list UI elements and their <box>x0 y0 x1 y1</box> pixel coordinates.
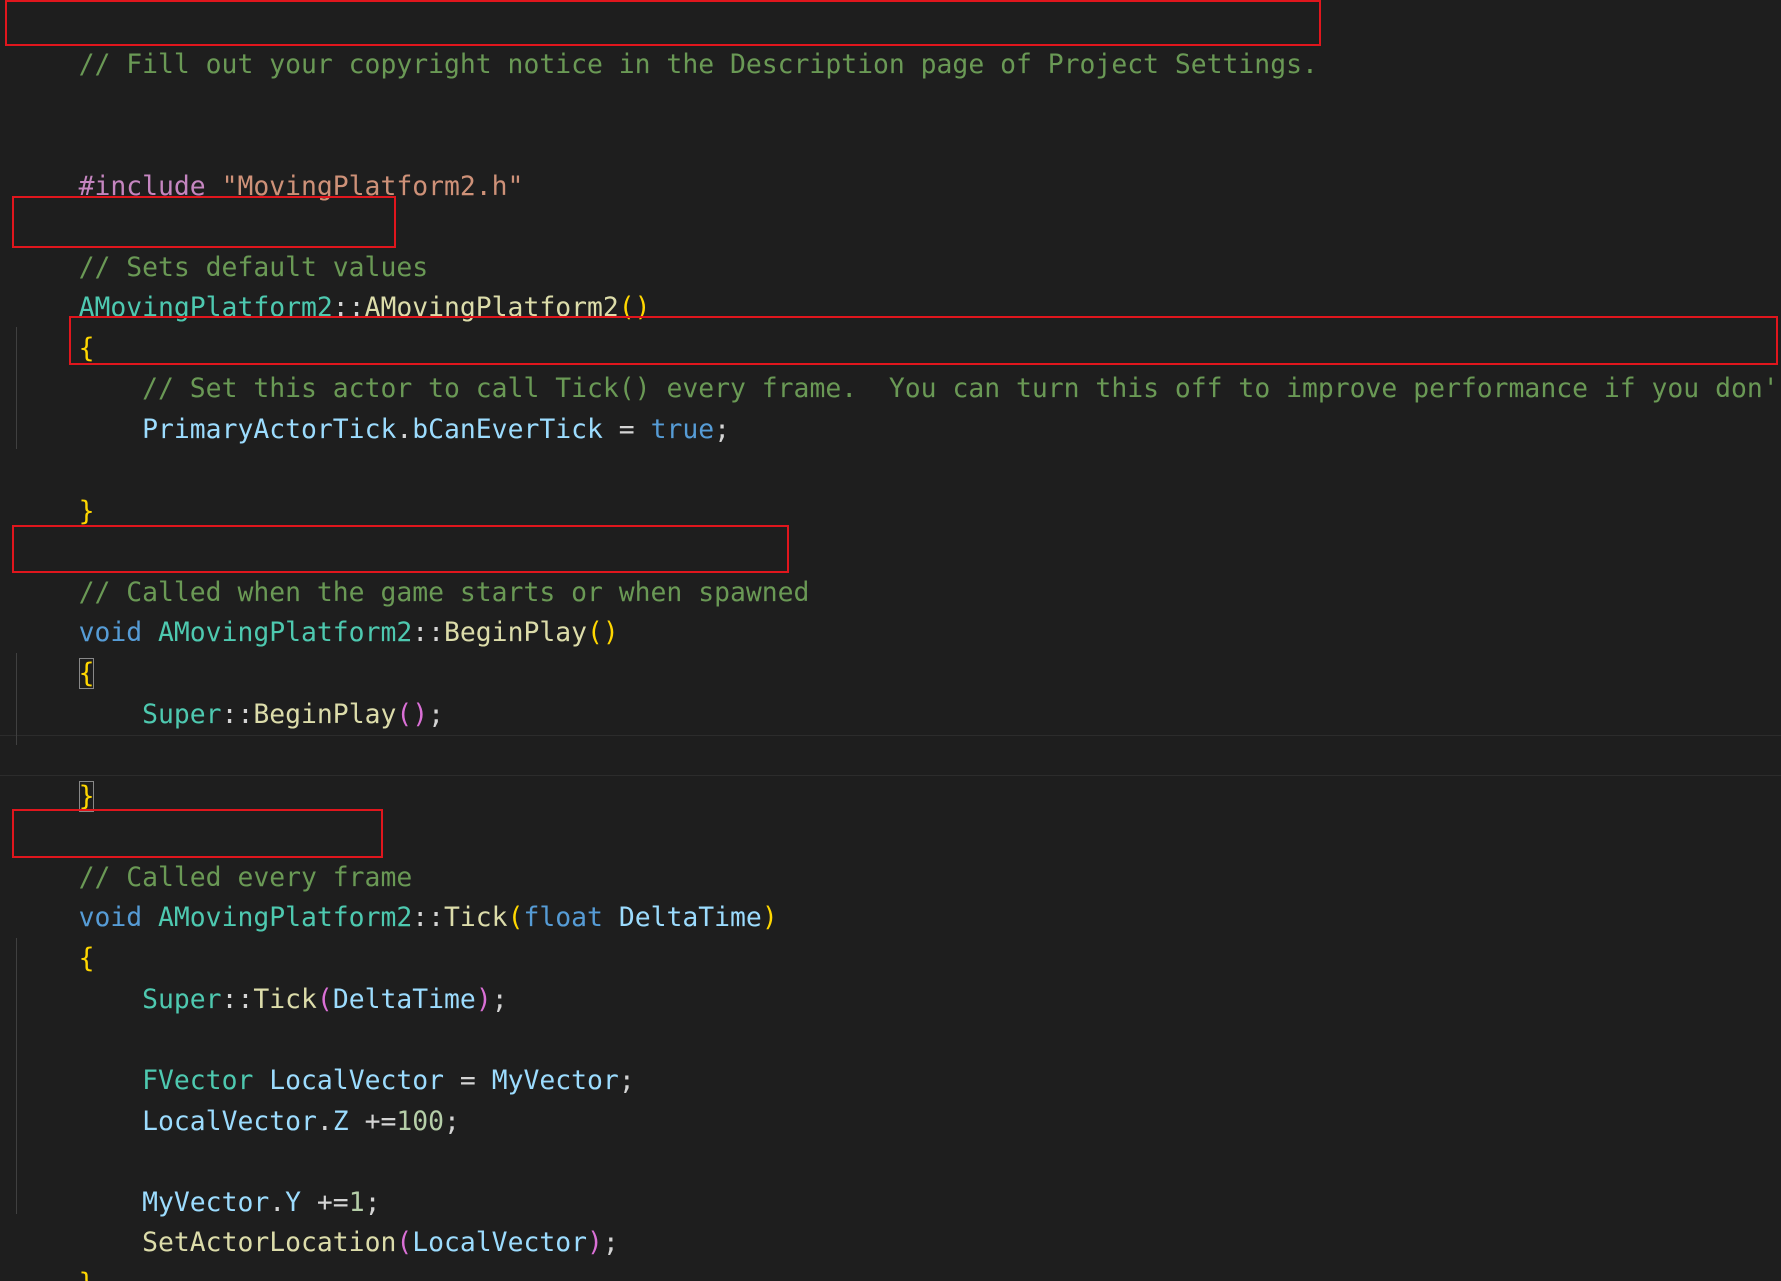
code-line-24[interactable]: Super::Tick(DeltaTime); <box>15 938 507 1015</box>
super-type: Super <box>142 984 222 1015</box>
code-line-16[interactable]: { <box>15 612 95 689</box>
code-line-31[interactable]: } <box>15 1222 95 1281</box>
semicolon: ; <box>714 414 731 445</box>
local-vector-var: LocalVector <box>142 1106 317 1137</box>
annotation-box-every-frame <box>12 809 383 858</box>
number-literal: 100 <box>396 1106 445 1137</box>
dot-operator: . <box>396 414 413 445</box>
begin-play-call: BeginPlay <box>253 699 397 730</box>
paren-open: ( <box>507 902 524 933</box>
code-line-27[interactable]: LocalVector.Z +=100; <box>15 1060 460 1137</box>
code-line-22[interactable]: void AMovingPlatform2::Tick(float DeltaT… <box>15 856 778 933</box>
class-name: AMovingPlatform2 <box>158 902 413 933</box>
semicolon: ; <box>491 984 508 1015</box>
class-name: AMovingPlatform2 <box>158 617 413 648</box>
paren-open: ( <box>396 699 413 730</box>
code-line-7[interactable]: AMovingPlatform2::AMovingPlatform2() <box>15 246 651 323</box>
annotation-box-default-values <box>12 196 396 248</box>
semicolon: ; <box>602 1227 619 1258</box>
begin-play-function: BeginPlay <box>444 617 588 648</box>
annotation-box-tick-comment <box>69 316 1778 365</box>
annotation-box-begin-play <box>12 525 789 573</box>
tick-function: Tick <box>444 902 508 933</box>
delta-time-arg: DeltaTime <box>332 984 476 1015</box>
scope-operator: :: <box>221 984 254 1015</box>
paren-open: ( <box>587 617 603 648</box>
semicolon: ; <box>618 1065 635 1096</box>
code-line-26[interactable]: FVector LocalVector = MyVector; <box>15 1019 635 1096</box>
float-keyword: float <box>523 902 603 933</box>
code-line-17[interactable]: Super::BeginPlay(); <box>15 653 444 730</box>
code-line-30[interactable]: SetActorLocation(LocalVector); <box>15 1181 619 1258</box>
delta-time-param: DeltaTime <box>618 902 762 933</box>
code-line-10[interactable]: PrimaryActorTick.bCanEverTick = true; <box>15 368 730 445</box>
brace-close: } <box>79 1268 95 1281</box>
super-type: Super <box>142 699 222 730</box>
paren-open: ( <box>316 984 333 1015</box>
scope-operator: :: <box>412 902 445 933</box>
code-line-29[interactable]: MyVector.Y +=1; <box>15 1141 380 1218</box>
my-vector-ref: MyVector <box>491 1065 619 1096</box>
scope-operator: :: <box>412 617 445 648</box>
z-member: Z <box>332 1106 349 1137</box>
paren-close: ) <box>475 984 492 1015</box>
dot-operator: . <box>316 1106 333 1137</box>
primary-actor-tick: PrimaryActorTick <box>142 414 397 445</box>
semicolon: ; <box>444 1106 460 1137</box>
code-line-19[interactable]: } <box>15 735 95 812</box>
code-editor[interactable]: // Fill out your copyright notice in the… <box>0 0 1781 1281</box>
paren-close: ) <box>587 1227 603 1258</box>
plus-assign-operator: += <box>348 1106 397 1137</box>
code-line-12[interactable]: } <box>15 450 95 527</box>
paren-close: ) <box>602 617 619 648</box>
brace-close: } <box>78 496 95 527</box>
set-actor-location-call: SetActorLocation <box>142 1227 397 1258</box>
scope-operator: :: <box>221 699 254 730</box>
current-line-highlight <box>0 735 1781 776</box>
code-line-15[interactable]: void AMovingPlatform2::BeginPlay() <box>15 571 619 648</box>
local-vector-arg: LocalVector <box>412 1227 588 1258</box>
true-literal: true <box>650 414 715 445</box>
code-line-23[interactable]: { <box>15 897 95 974</box>
copyright-comment: // Fill out your copyright notice in the… <box>78 49 1318 80</box>
paren-close: ) <box>412 699 429 730</box>
paren-open: ( <box>396 1227 413 1258</box>
tick-call: Tick <box>253 984 317 1015</box>
semicolon: ; <box>428 699 445 730</box>
brace-close-matched: } <box>78 781 95 812</box>
paren-close: ) <box>761 902 778 933</box>
code-line-4[interactable]: #include "MovingPlatform2.h" <box>15 125 524 202</box>
annotation-box-copyright <box>5 0 1321 46</box>
assign-operator: = <box>602 414 651 445</box>
can-ever-tick-member: bCanEverTick <box>412 414 603 445</box>
